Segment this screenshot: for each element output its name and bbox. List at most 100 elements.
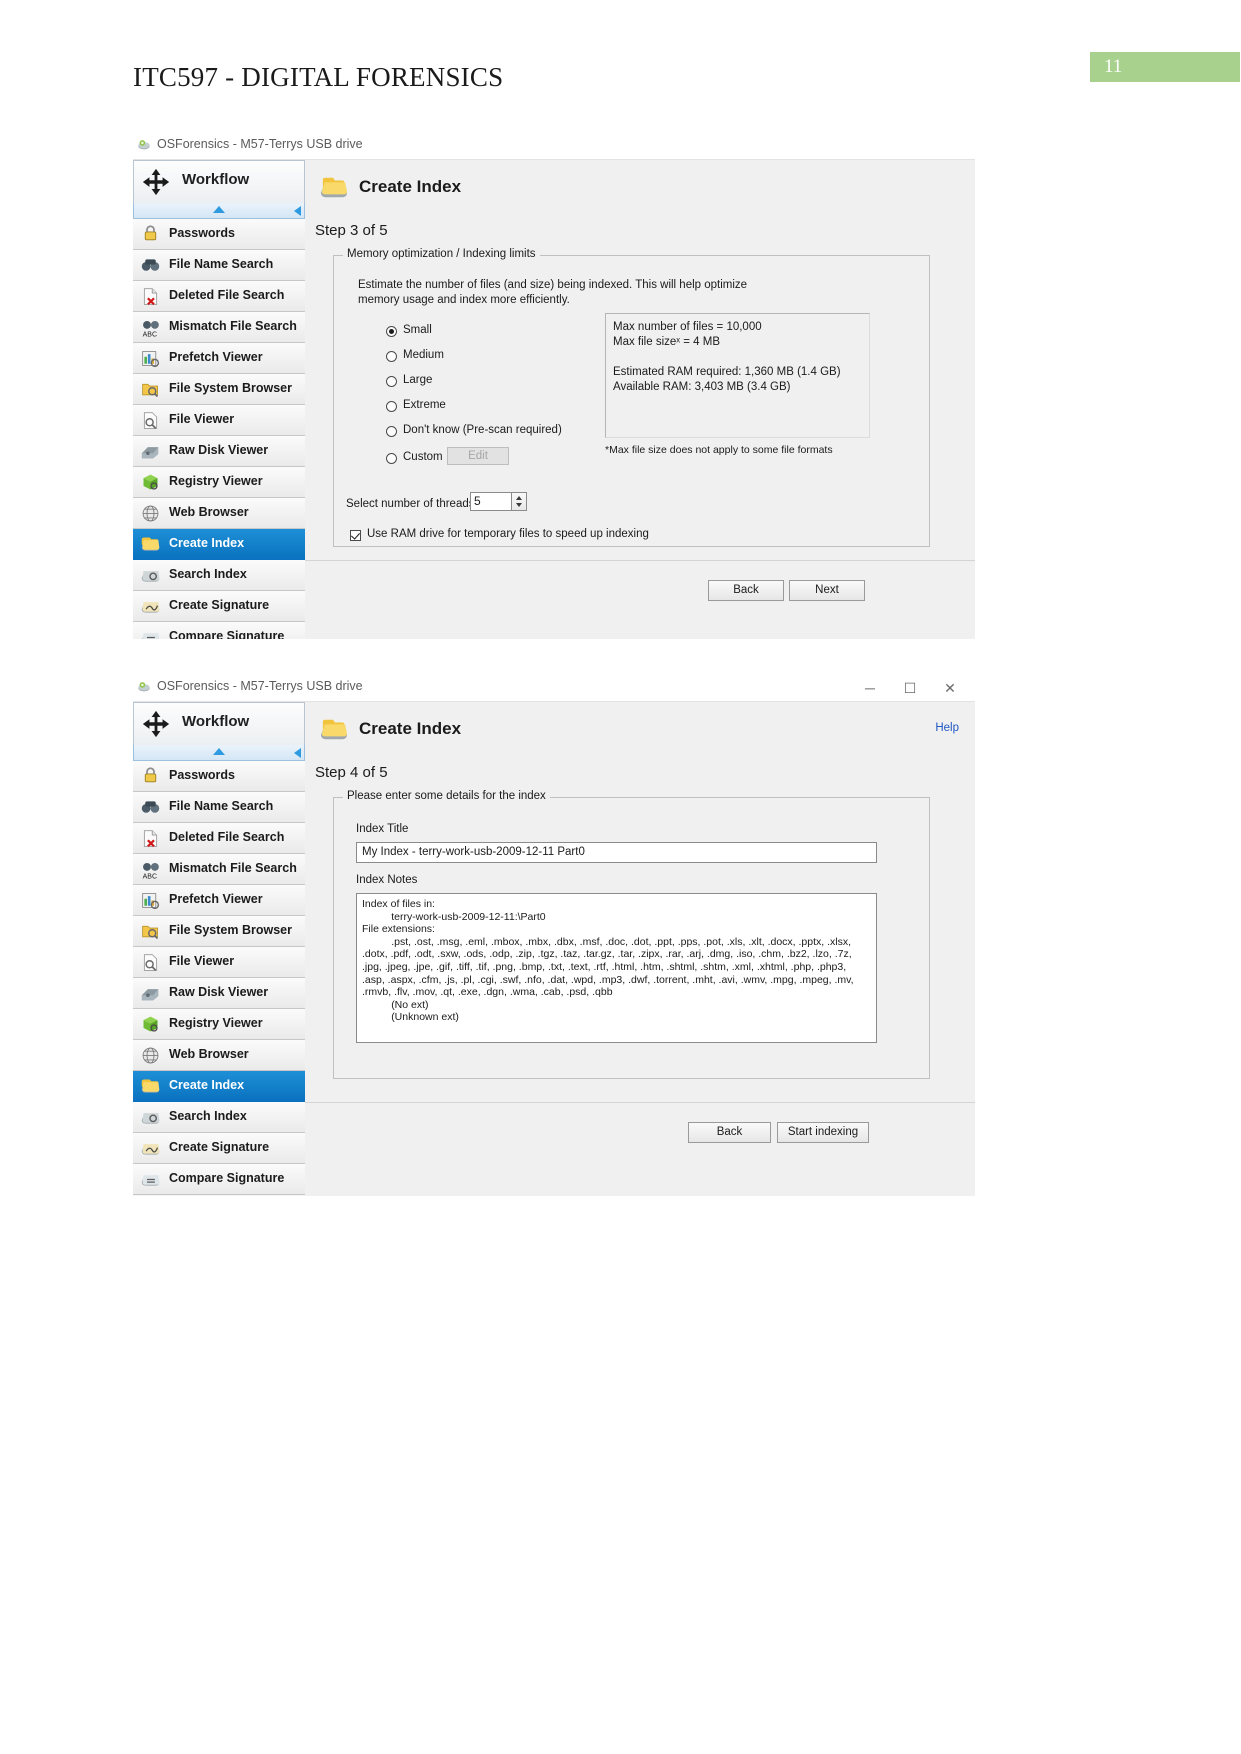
radio-large-label: Large: [403, 374, 433, 386]
page-number-text: 11: [1104, 56, 1123, 77]
search-index-icon: [141, 571, 160, 582]
scroll-up-icon[interactable]: [213, 206, 225, 213]
index-details-legend: Please enter some details for the index: [343, 790, 550, 802]
prefetch-chart-icon: [142, 893, 160, 910]
radio-dont-know-control[interactable]: [386, 426, 397, 437]
sidebar-item-label: File System Browser: [169, 923, 292, 937]
radio-small-control[interactable]: [386, 326, 397, 337]
ramdrive-checkbox[interactable]: [350, 530, 361, 541]
sidebar-item-search-index[interactable]: Search Index: [133, 1102, 305, 1133]
sidebar-item-label: Prefetch Viewer: [169, 892, 263, 906]
workflow-scrollbar[interactable]: [133, 203, 305, 219]
edit-custom-button[interactable]: Edit: [447, 447, 509, 465]
scroll-up-icon[interactable]: [213, 748, 225, 755]
start-indexing-button[interactable]: Start indexing: [777, 1122, 869, 1143]
sidebar-item-raw-disk-viewer[interactable]: Raw Disk Viewer: [133, 436, 305, 467]
help-link[interactable]: Help: [935, 722, 959, 734]
mismatch-abc-icon: ABC: [143, 320, 159, 338]
sidebar-item-raw-disk-viewer[interactable]: Raw Disk Viewer: [133, 978, 305, 1009]
sidebar-item-label: Search Index: [169, 567, 247, 581]
sidebar-item-file-name-search[interactable]: File Name Search: [133, 250, 305, 281]
osforensics-window-step4: OSForensics - M57-Terrys USB drive ─ ☐ ✕…: [133, 675, 975, 1196]
sidebar-item-registry-viewer[interactable]: Registry Viewer: [133, 1009, 305, 1040]
workflow-scrollbar[interactable]: [133, 745, 305, 761]
sidebar-item-prefetch-viewer[interactable]: Prefetch Viewer: [133, 885, 305, 916]
close-icon[interactable]: ✕: [935, 679, 965, 697]
sidebar-item-compare-signature[interactable]: Compare Signature: [133, 622, 305, 639]
window1-nav-list: Passwords File Name Search Deleted File Se…: [133, 219, 305, 639]
index-title-input[interactable]: My Index - terry-work-usb-2009-12-11 Par…: [356, 842, 877, 863]
svg-text:ABC: ABC: [143, 873, 157, 880]
sidebar-item-registry-viewer[interactable]: Registry Viewer: [133, 467, 305, 498]
sidebar-item-deleted-file-search[interactable]: Deleted File Search: [133, 823, 305, 854]
memory-optimization-legend: Memory optimization / Indexing limits: [343, 248, 540, 260]
binoculars-icon: [141, 259, 160, 271]
sidebar-item-label: Registry Viewer: [169, 474, 263, 488]
radio-extreme-control[interactable]: [386, 401, 397, 412]
sidebar-item-web-browser[interactable]: Web Browser: [133, 498, 305, 529]
window2-title-text: OSForensics - M57-Terrys USB drive: [157, 679, 363, 693]
sidebar-item-passwords[interactable]: Passwords: [133, 219, 305, 250]
prefetch-chart-icon: [142, 351, 160, 368]
sidebar-item-label: File Viewer: [169, 412, 235, 426]
window2-nav-list: Passwords File Name Search Deleted File Se…: [133, 761, 305, 1195]
sidebar-item-web-browser[interactable]: Web Browser: [133, 1040, 305, 1071]
sidebar-item-label: File Viewer: [169, 954, 235, 968]
workflow-label: Workflow: [182, 713, 250, 730]
radio-custom-label: Custom: [403, 451, 443, 463]
maximize-icon[interactable]: ☐: [895, 679, 925, 697]
sidebar-item-label: Mismatch File Search: [169, 319, 297, 333]
sidebar-item-label: Create Signature: [169, 598, 270, 612]
spinner-down-icon[interactable]: [516, 503, 522, 507]
folder-search-icon: [142, 383, 159, 398]
create-signature-icon: [141, 1144, 160, 1155]
sidebar-item-passwords[interactable]: Passwords: [133, 761, 305, 792]
sidebar-item-compare-signature[interactable]: Compare Signature: [133, 1164, 305, 1195]
collapse-left-icon[interactable]: [294, 206, 301, 216]
collapse-left-icon[interactable]: [294, 748, 301, 758]
sidebar-item-file-system-browser[interactable]: File System Browser: [133, 916, 305, 947]
deleted-file-icon: [143, 288, 158, 306]
spinner-up-icon[interactable]: [516, 496, 522, 500]
sidebar-item-file-viewer[interactable]: File Viewer: [133, 405, 305, 436]
sidebar-item-label: Deleted File Search: [169, 830, 285, 844]
window2-step-text: Step 4 of 5: [315, 764, 388, 781]
memory-optimization-group: Memory optimization / Indexing limits Es…: [333, 248, 930, 547]
sidebar-item-create-signature[interactable]: Create Signature: [133, 1133, 305, 1164]
sidebar-item-label: Web Browser: [169, 505, 249, 519]
compare-signature-icon: [142, 633, 160, 639]
threads-input[interactable]: 5: [470, 492, 512, 511]
radio-medium-label: Medium: [403, 349, 444, 361]
create-signature-icon: [141, 602, 160, 613]
back-button[interactable]: Back: [688, 1122, 771, 1143]
next-button[interactable]: Next: [789, 580, 865, 601]
mismatch-abc-icon: ABC: [143, 862, 159, 880]
index-notes-textarea[interactable]: Index of files in: terry-work-usb-2009-1…: [356, 893, 877, 1043]
sidebar-item-deleted-file-search[interactable]: Deleted File Search: [133, 281, 305, 312]
sidebar-item-create-index[interactable]: Create Index: [133, 1071, 305, 1102]
back-button[interactable]: Back: [708, 580, 784, 601]
radio-medium-control[interactable]: [386, 351, 397, 362]
minimize-icon[interactable]: ─: [855, 679, 885, 697]
sidebar-item-file-name-search[interactable]: File Name Search: [133, 792, 305, 823]
sidebar-item-create-signature[interactable]: Create Signature: [133, 591, 305, 622]
sidebar-item-prefetch-viewer[interactable]: Prefetch Viewer: [133, 343, 305, 374]
threads-spin-buttons[interactable]: [512, 492, 527, 511]
radio-large-control[interactable]: [386, 376, 397, 387]
window1-main-pane: Create Index Step 3 of 5 Memory optimiza…: [305, 160, 975, 639]
sidebar-item-search-index[interactable]: Search Index: [133, 560, 305, 591]
sidebar-item-file-viewer[interactable]: File Viewer: [133, 947, 305, 978]
create-index-icon: [321, 719, 347, 740]
sidebar-item-mismatch-file-search[interactable]: ABC Mismatch File Search: [133, 312, 305, 343]
window1-titlebar: OSForensics - M57-Terrys USB drive: [133, 133, 975, 159]
sidebar-item-label: Mismatch File Search: [169, 861, 297, 875]
sidebar-item-label: Passwords: [169, 768, 236, 782]
sidebar-item-mismatch-file-search[interactable]: ABC Mismatch File Search: [133, 854, 305, 885]
sidebar-item-label: Prefetch Viewer: [169, 350, 263, 364]
create-index-icon: [141, 1079, 160, 1093]
sidebar-item-create-index[interactable]: Create Index: [133, 529, 305, 560]
sidebar-item-file-system-browser[interactable]: File System Browser: [133, 374, 305, 405]
radio-custom-control[interactable]: [386, 453, 397, 464]
index-notes-label: Index Notes: [356, 874, 418, 886]
window2-main-pane: Create Index Help Step 4 of 5 Please ent…: [305, 702, 975, 1196]
